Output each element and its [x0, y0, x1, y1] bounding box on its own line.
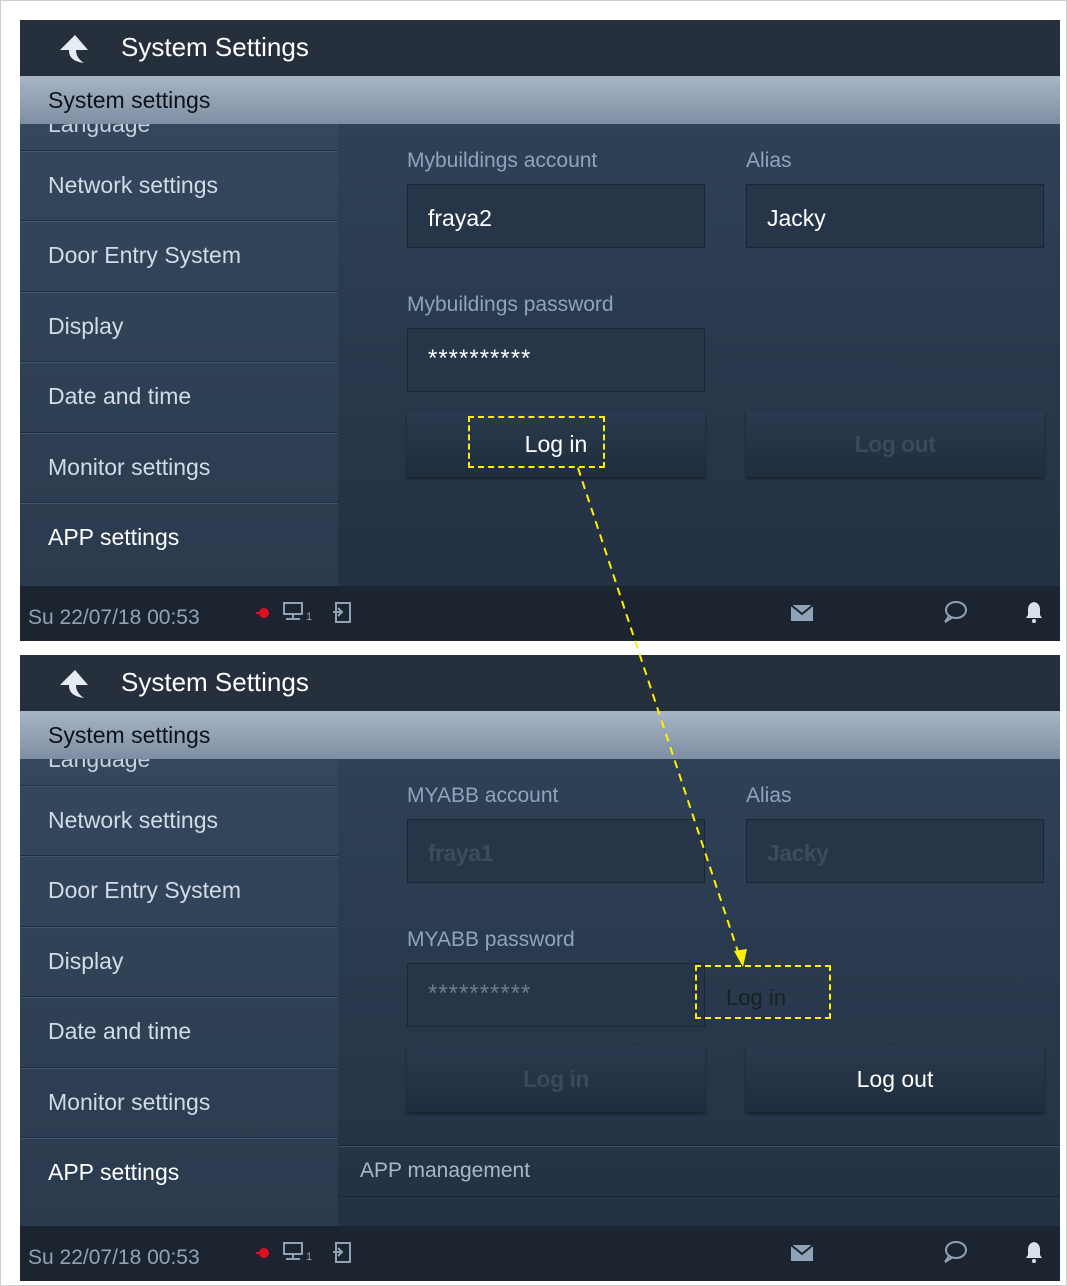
- sidebar-item-language-partial[interactable]: Language: [48, 124, 150, 138]
- mail-icon[interactable]: [790, 1244, 814, 1262]
- sidebar-item-label: APP settings: [48, 1159, 180, 1185]
- network-index: 1: [306, 611, 313, 623]
- section-title: System settings: [48, 722, 211, 748]
- logout-button[interactable]: Log out: [746, 411, 1044, 477]
- status-bar: Su 22/07/18 00:53 1: [20, 586, 1060, 641]
- sidebar-item-label: Monitor settings: [48, 454, 211, 480]
- login-highlight-box: [468, 416, 605, 468]
- settings-sidebar: Language Network settings Door Entry Sys…: [20, 124, 338, 586]
- page-title: System Settings: [121, 667, 309, 697]
- recording-dot-icon: [256, 1248, 269, 1258]
- sidebar-item-date-time[interactable]: Date and time: [20, 361, 338, 432]
- sidebar-item-network[interactable]: Network settings: [20, 785, 338, 856]
- account-value: fraya2: [428, 205, 492, 231]
- password-field: **********: [407, 963, 705, 1027]
- account-field: fraya1: [407, 819, 705, 883]
- password-field[interactable]: **********: [407, 328, 705, 392]
- sidebar-item-label: Date and time: [48, 383, 192, 409]
- alias-field[interactable]: Jacky: [746, 184, 1044, 248]
- network-icon: [283, 1242, 303, 1260]
- alias-field: Jacky: [746, 819, 1044, 883]
- sidebar-item-language-partial[interactable]: Language: [48, 759, 150, 773]
- sidebar-item-monitor[interactable]: Monitor settings: [20, 1067, 338, 1138]
- sidebar-item-network[interactable]: Network settings: [20, 150, 338, 221]
- page-title: System Settings: [121, 32, 309, 62]
- password-label: MYABB password: [407, 928, 575, 951]
- back-arrow-icon[interactable]: [58, 669, 92, 699]
- account-field[interactable]: fraya2: [407, 184, 705, 248]
- app-management-row[interactable]: APP management: [338, 1145, 1060, 1197]
- sidebar-item-monitor[interactable]: Monitor settings: [20, 432, 338, 503]
- section-header: System settings: [20, 76, 1060, 124]
- status-datetime: Su 22/07/18 00:53: [28, 606, 200, 629]
- sidebar-item-app-settings[interactable]: APP settings: [20, 502, 338, 573]
- title-bar: System Settings: [20, 20, 1060, 76]
- status-datetime: Su 22/07/18 00:53: [28, 1246, 200, 1269]
- sidebar-item-label: Date and time: [48, 1018, 192, 1044]
- screen-after-login: System Settings System settings Language…: [20, 655, 1060, 1281]
- account-value: fraya1: [428, 840, 493, 866]
- sidebar-item-display[interactable]: Display: [20, 926, 338, 997]
- sidebar-item-label: APP settings: [48, 524, 180, 550]
- sidebar-item-door-entry[interactable]: Door Entry System: [20, 220, 338, 291]
- bell-icon[interactable]: [1024, 600, 1044, 624]
- logout-button[interactable]: Log out: [746, 1046, 1044, 1112]
- login-result-caption: Log in: [726, 985, 786, 1010]
- sidebar-item-date-time[interactable]: Date and time: [20, 996, 338, 1067]
- sidebar-item-app-settings[interactable]: APP settings: [20, 1137, 338, 1208]
- alias-label: Alias: [746, 784, 792, 807]
- bell-icon[interactable]: [1024, 1240, 1044, 1264]
- account-label: MYABB account: [407, 784, 559, 807]
- alias-value: Jacky: [767, 205, 826, 231]
- recording-dot-icon: [256, 608, 269, 618]
- door-exit-icon[interactable]: [331, 601, 353, 625]
- chat-bubble-icon[interactable]: [942, 600, 968, 624]
- sidebar-item-door-entry[interactable]: Door Entry System: [20, 855, 338, 926]
- network-icon: [283, 602, 303, 620]
- account-label: Mybuildings account: [407, 149, 598, 172]
- network-index: 1: [306, 1251, 313, 1263]
- screen-before-login: System Settings System settings Language…: [20, 20, 1060, 641]
- sidebar-item-label: Door Entry System: [48, 242, 241, 268]
- section-header: System settings: [20, 711, 1060, 759]
- section-title: System settings: [48, 87, 211, 113]
- back-arrow-icon[interactable]: [58, 34, 92, 64]
- settings-sidebar: Language Network settings Door Entry Sys…: [20, 759, 338, 1226]
- mail-icon[interactable]: [790, 604, 814, 622]
- status-bar: Su 22/07/18 00:53 1: [20, 1226, 1060, 1281]
- sidebar-item-label: Network settings: [48, 172, 219, 198]
- sidebar-item-label: Display: [48, 948, 124, 974]
- sidebar-item-label: Network settings: [48, 807, 219, 833]
- login-button[interactable]: Log in: [407, 1046, 705, 1112]
- title-bar: System Settings: [20, 655, 1060, 711]
- password-value: **********: [428, 345, 532, 372]
- alias-label: Alias: [746, 149, 792, 172]
- chat-bubble-icon[interactable]: [942, 1240, 968, 1264]
- sidebar-item-display[interactable]: Display: [20, 291, 338, 362]
- password-label: Mybuildings password: [407, 293, 614, 316]
- app-settings-panel: Mybuildings account Alias fraya2 Jacky M…: [338, 124, 1060, 586]
- door-exit-icon[interactable]: [331, 1241, 353, 1265]
- password-value: **********: [428, 980, 532, 1007]
- sidebar-item-label: Display: [48, 313, 124, 339]
- sidebar-item-label: Monitor settings: [48, 1089, 211, 1115]
- alias-value: Jacky: [767, 840, 829, 866]
- app-management-label: APP management: [360, 1159, 531, 1182]
- sidebar-item-label: Door Entry System: [48, 877, 241, 903]
